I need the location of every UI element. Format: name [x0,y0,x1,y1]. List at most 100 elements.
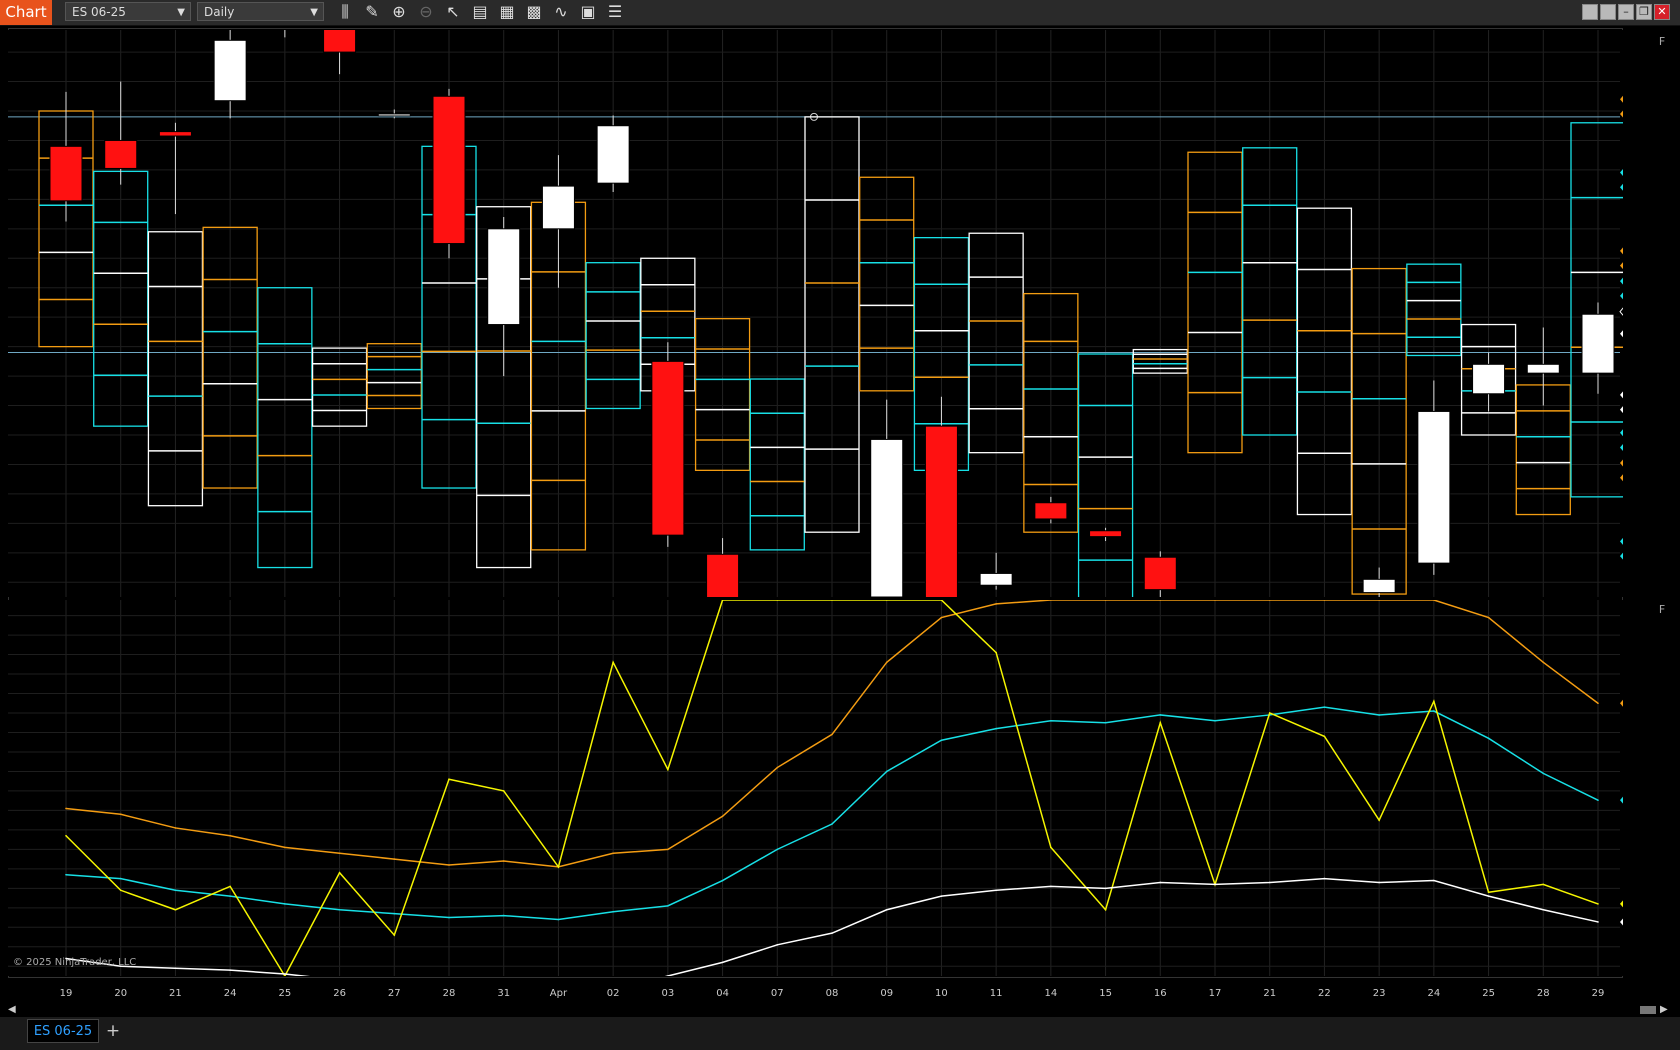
indicator-point [885,661,888,664]
indicator-point [174,889,177,892]
indicator-point [721,815,724,818]
indicator-point [612,910,614,913]
candle-body[interactable] [1089,530,1123,538]
candle-body[interactable] [323,25,357,53]
zoom-out-icon[interactable]: ⊖ [416,2,436,22]
candle-body[interactable] [924,425,958,613]
indicator-panel[interactable]: 2202102001901801701601501401301201101009… [8,599,1674,997]
x-axis-tick-label: 27 [388,988,401,999]
minimize-icon[interactable]: – [1618,4,1634,20]
draw-tools-icon[interactable]: ✎ [362,2,382,22]
instrument-selector[interactable]: ES 06-25 ▼ [65,2,191,21]
candle-body[interactable] [158,131,192,137]
candle-body[interactable] [104,139,138,169]
indicator-point [667,905,669,907]
tile-icon[interactable] [1600,4,1616,20]
candle-body[interactable] [1526,363,1560,374]
candle-body[interactable] [1417,410,1451,564]
candle-body[interactable] [706,553,740,613]
candle-body[interactable] [487,228,521,326]
period-selector[interactable]: Daily ▼ [197,2,324,21]
indicator-point [612,661,614,664]
indicator-point [1378,714,1380,716]
indicator-point [1214,719,1216,722]
tab-es-06-25[interactable]: ES 06-25 [27,1019,99,1043]
price-flag: 5668.25 [1620,180,1674,195]
candle-body[interactable] [541,185,575,230]
indicator-point [940,616,943,619]
x-axis-tick-label: 22 [1318,988,1331,999]
candle-body[interactable] [979,572,1013,586]
price-flag: 5417.75 [1620,549,1674,564]
indicator-point [995,727,997,730]
x-axis-tick-label: 28 [443,988,456,999]
indicator-point [448,778,450,781]
panel-f-button[interactable]: F [1655,34,1669,50]
price-flag: 5583.75 [1619,304,1675,320]
candle-body[interactable] [213,39,247,102]
indicator-point [393,934,396,936]
properties-icon[interactable]: ☰ [605,2,625,22]
x-axis-tick-label: 31 [497,988,510,999]
scroll-left-icon[interactable]: ◀ [8,1004,18,1016]
indicator-point [1323,877,1326,880]
indicator-point [284,973,286,975]
x-axis-tick-label: 25 [278,988,291,999]
candle-body[interactable] [1143,556,1177,591]
volume-profile-box [1570,122,1626,498]
price-flag: 5568.75 [1620,326,1674,341]
template-icon[interactable]: ▦ [497,2,517,22]
pointer-icon[interactable]: ↖ [443,2,463,22]
bar-style-icon[interactable]: ⫼ [335,2,355,22]
indicator-point [776,766,779,769]
indicator-point [1268,712,1271,714]
chart-trader-icon[interactable]: ▣ [578,2,598,22]
candle-body[interactable] [49,145,83,202]
zoom-in-icon[interactable]: ⊕ [389,2,409,22]
indicator-point [1159,714,1162,716]
candle-body[interactable] [377,113,411,117]
close-icon[interactable]: ✕ [1654,4,1670,20]
chart-title-tag[interactable]: Chart [0,0,52,25]
price-flag: 5527.25 [1620,387,1674,402]
price-chart[interactable]: 5760.005740.005720.005700.005680.005660.… [8,15,1675,627]
indicator-point [174,908,177,911]
candle-body[interactable] [651,360,685,536]
candle-body[interactable] [1472,363,1506,395]
x-axis-tick-label: 23 [1373,988,1386,999]
strategies-icon[interactable]: ▩ [524,2,544,22]
indicator-point [1159,881,1162,884]
candle-body[interactable] [870,438,904,598]
candle-body[interactable] [596,125,630,184]
candle-body[interactable] [1034,502,1068,520]
x-axis-tick-label: 19 [60,988,73,999]
indicator-point [393,858,396,860]
indicator-point [721,961,724,964]
price-flag: 5625.00 [1620,243,1674,258]
indicator-point [995,651,997,654]
candle-body[interactable] [432,95,466,245]
chevron-down-icon: ▼ [177,7,185,18]
x-axis-tick-label: 21 [169,988,182,999]
panel-f-button[interactable]: F [1655,602,1669,618]
price-flag: 5615.00 [1620,258,1674,273]
indicator-point [1214,883,1216,886]
indicators-icon[interactable]: ∿ [551,2,571,22]
indicator-point [1487,737,1490,740]
scrollbar-thumb[interactable] [1640,1006,1656,1014]
indicator-point [119,813,122,816]
add-tab-icon[interactable]: + [103,1019,123,1043]
maximize-icon[interactable]: ❐ [1636,4,1652,20]
scroll-right-icon[interactable]: ▶ [1660,1004,1670,1016]
restore-icon[interactable] [1582,4,1598,20]
candle-body[interactable] [1581,313,1615,374]
candle-body[interactable] [1362,578,1396,594]
indicator-chart[interactable]: 2202102001901801701601501401301201101009… [8,599,1674,997]
x-axis-tick-label: 02 [607,988,620,999]
x-axis-tick-label: 26 [333,988,346,999]
price-flag: 5728.00 [1620,92,1674,107]
chevron-down-icon: ▼ [310,7,318,18]
price-panel[interactable]: 5760.005740.005720.005700.005680.005660.… [8,15,1675,627]
data-box-icon[interactable]: ▤ [470,2,490,22]
x-axis-tick-label: 07 [771,988,784,999]
